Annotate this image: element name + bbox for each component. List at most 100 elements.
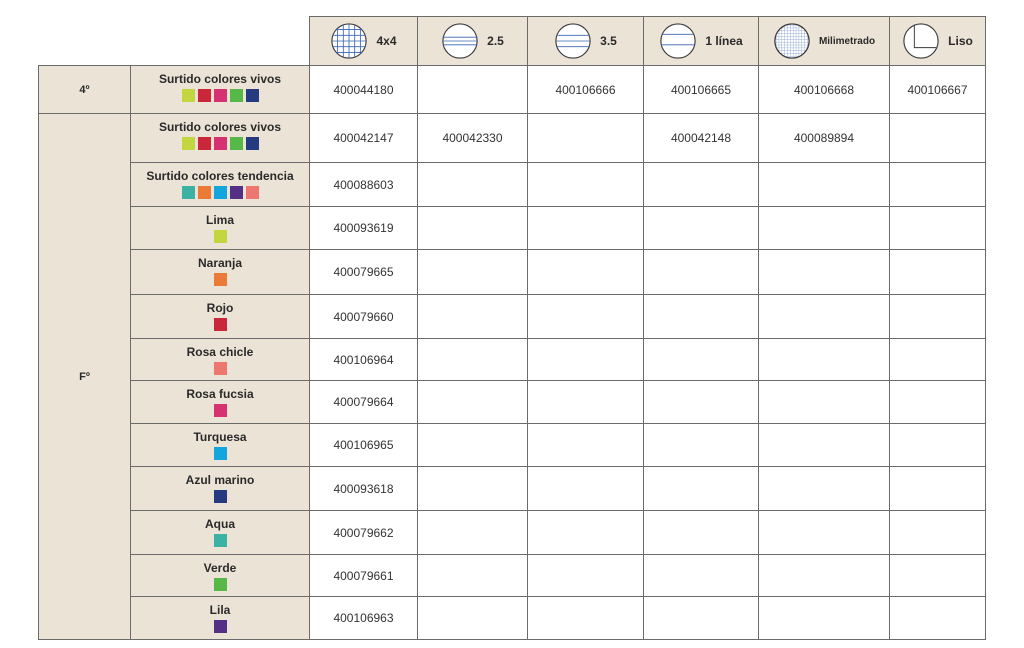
ruling-label-liso: Liso	[948, 34, 973, 48]
table-row: Aqua 400079662	[39, 510, 986, 555]
plain-icon	[903, 23, 939, 59]
empty-cell	[758, 554, 890, 597]
header-cell-2-5: 2.5	[417, 16, 528, 66]
product-code-cell: 400079660	[309, 294, 418, 339]
product-code-cell: 400106965	[309, 423, 418, 467]
empty-cell	[417, 466, 528, 511]
empty-cell	[889, 423, 986, 467]
empty-cell	[889, 206, 986, 250]
format-cell: 4º	[38, 65, 131, 114]
empty-cell	[758, 380, 890, 424]
color-name: Turquesa	[193, 430, 247, 444]
header-cell-1-linea: 1 línea	[643, 16, 759, 66]
empty-cell	[643, 554, 759, 597]
empty-cell	[643, 162, 759, 207]
color-swatches	[131, 578, 309, 591]
product-code-cell: 400106667	[889, 65, 986, 114]
table-row: Lima 400093619	[39, 206, 986, 250]
color-swatch	[213, 230, 227, 243]
empty-cell	[889, 466, 986, 511]
color-cell: Naranja	[130, 249, 310, 295]
empty-cell	[417, 554, 528, 597]
color-swatch	[213, 620, 227, 633]
table-row: Naranja 400079665	[39, 249, 986, 295]
product-code-cell: 400106665	[643, 65, 759, 114]
color-swatch	[197, 137, 211, 150]
empty-cell	[527, 113, 644, 163]
empty-cell	[527, 162, 644, 207]
color-swatches	[131, 534, 309, 547]
table-row: 4º Surtido colores vivos 400044180 40010666…	[38, 65, 986, 114]
color-swatch	[245, 186, 259, 199]
color-cell: Surtido colores tendencia	[130, 162, 310, 207]
product-code-cell: 400079664	[309, 380, 418, 424]
color-swatches	[131, 137, 309, 150]
empty-cell	[527, 510, 644, 555]
product-code-table: 4x4 2.5 3.5 1 línea Milimetrado Liso 4º …	[38, 16, 986, 640]
table-row: Surtido colores tendencia 400088603	[39, 162, 986, 207]
header-cell-4x4: 4x4	[309, 16, 418, 66]
empty-cell	[643, 510, 759, 555]
color-cell: Surtido colores vivos	[130, 113, 310, 163]
color-cell: Azul marino	[130, 466, 310, 511]
empty-cell	[527, 206, 644, 250]
empty-cell	[417, 423, 528, 467]
empty-cell	[889, 338, 986, 381]
ruling-label-4x4: 4x4	[376, 34, 397, 48]
color-swatches	[131, 230, 309, 243]
empty-cell	[417, 380, 528, 424]
blank-corner	[130, 16, 310, 66]
color-cell: Surtido colores vivos	[130, 65, 310, 114]
color-cell: Rosa chicle	[130, 338, 310, 381]
color-swatch	[213, 89, 227, 102]
header-row: 4x4 2.5 3.5 1 línea Milimetrado Liso	[38, 16, 986, 66]
color-swatch	[213, 137, 227, 150]
empty-cell	[527, 249, 644, 295]
product-code-cell: 400106964	[309, 338, 418, 381]
empty-cell	[527, 596, 644, 640]
empty-cell	[889, 380, 986, 424]
color-swatch	[181, 186, 195, 199]
product-code-cell: 400042148	[643, 113, 759, 163]
color-name: Rosa chicle	[186, 345, 254, 359]
empty-cell	[643, 249, 759, 295]
color-swatch	[245, 89, 259, 102]
table-row: Turquesa 400106965	[39, 423, 986, 467]
color-cell: Rojo	[130, 294, 310, 339]
color-swatch	[245, 137, 259, 150]
product-code-cell: 400079661	[309, 554, 418, 597]
empty-cell	[643, 423, 759, 467]
empty-cell	[889, 554, 986, 597]
empty-cell	[643, 596, 759, 640]
color-name: Surtido colores vivos	[158, 120, 282, 134]
color-swatch	[213, 318, 227, 331]
color-swatches	[131, 362, 309, 375]
empty-cell	[643, 206, 759, 250]
lines-3-5-icon	[555, 23, 591, 59]
color-name: Azul marino	[185, 473, 255, 487]
color-swatches	[131, 273, 309, 286]
empty-cell	[758, 423, 890, 467]
empty-cell	[758, 249, 890, 295]
empty-cell	[643, 294, 759, 339]
empty-cell	[527, 466, 644, 511]
table-row: Rosa chicle 400106964	[39, 338, 986, 381]
product-code-cell: 400088603	[309, 162, 418, 207]
header-cell-liso: Liso	[889, 16, 986, 66]
color-swatch	[213, 578, 227, 591]
product-code-cell: 400089894	[758, 113, 890, 163]
color-swatches	[131, 620, 309, 633]
empty-cell	[417, 338, 528, 381]
ruling-label-1-linea: 1 línea	[705, 34, 743, 48]
empty-cell	[758, 338, 890, 381]
empty-cell	[417, 65, 528, 114]
color-swatch	[181, 89, 195, 102]
color-swatches	[131, 490, 309, 503]
color-cell: Turquesa	[130, 423, 310, 467]
header-cell-3-5: 3.5	[527, 16, 644, 66]
lines-2-5-icon	[442, 23, 478, 59]
color-cell: Verde	[130, 554, 310, 597]
empty-cell	[527, 294, 644, 339]
product-code-cell: 400079662	[309, 510, 418, 555]
color-name: Surtido colores tendencia	[146, 169, 294, 183]
